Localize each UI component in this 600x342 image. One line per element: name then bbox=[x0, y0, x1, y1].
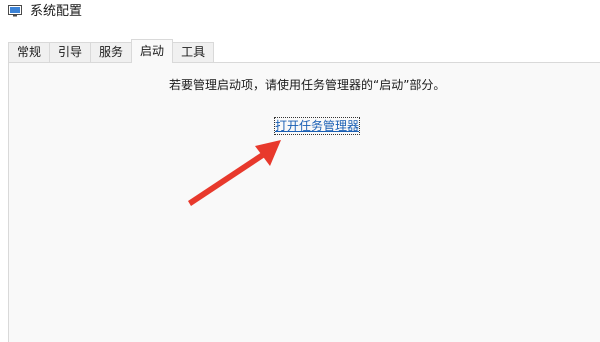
tab-general[interactable]: 常规 bbox=[8, 42, 51, 63]
startup-tab-panel: 若要管理启动项，请使用任务管理器的“启动”部分。 打开任务管理器 bbox=[8, 62, 600, 342]
tab-tools[interactable]: 工具 bbox=[172, 42, 215, 63]
startup-message: 若要管理启动项，请使用任务管理器的“启动”部分。 bbox=[169, 78, 446, 92]
title-bar: 系统配置 bbox=[0, 0, 600, 34]
tab-startup[interactable]: 启动 bbox=[131, 39, 174, 63]
open-task-manager-link[interactable]: 打开任务管理器 bbox=[273, 117, 361, 135]
msconfig-icon bbox=[8, 5, 22, 17]
window-title: 系统配置 bbox=[30, 4, 83, 19]
system-configuration-window: 系统配置 常规 引导 服务 启动 工具 若要管理启动项，请使用任务管理器的“启动… bbox=[0, 0, 600, 342]
tab-boot[interactable]: 引导 bbox=[49, 42, 92, 63]
tab-strip: 常规 引导 服务 启动 工具 bbox=[8, 39, 215, 63]
tab-services[interactable]: 服务 bbox=[90, 42, 133, 63]
